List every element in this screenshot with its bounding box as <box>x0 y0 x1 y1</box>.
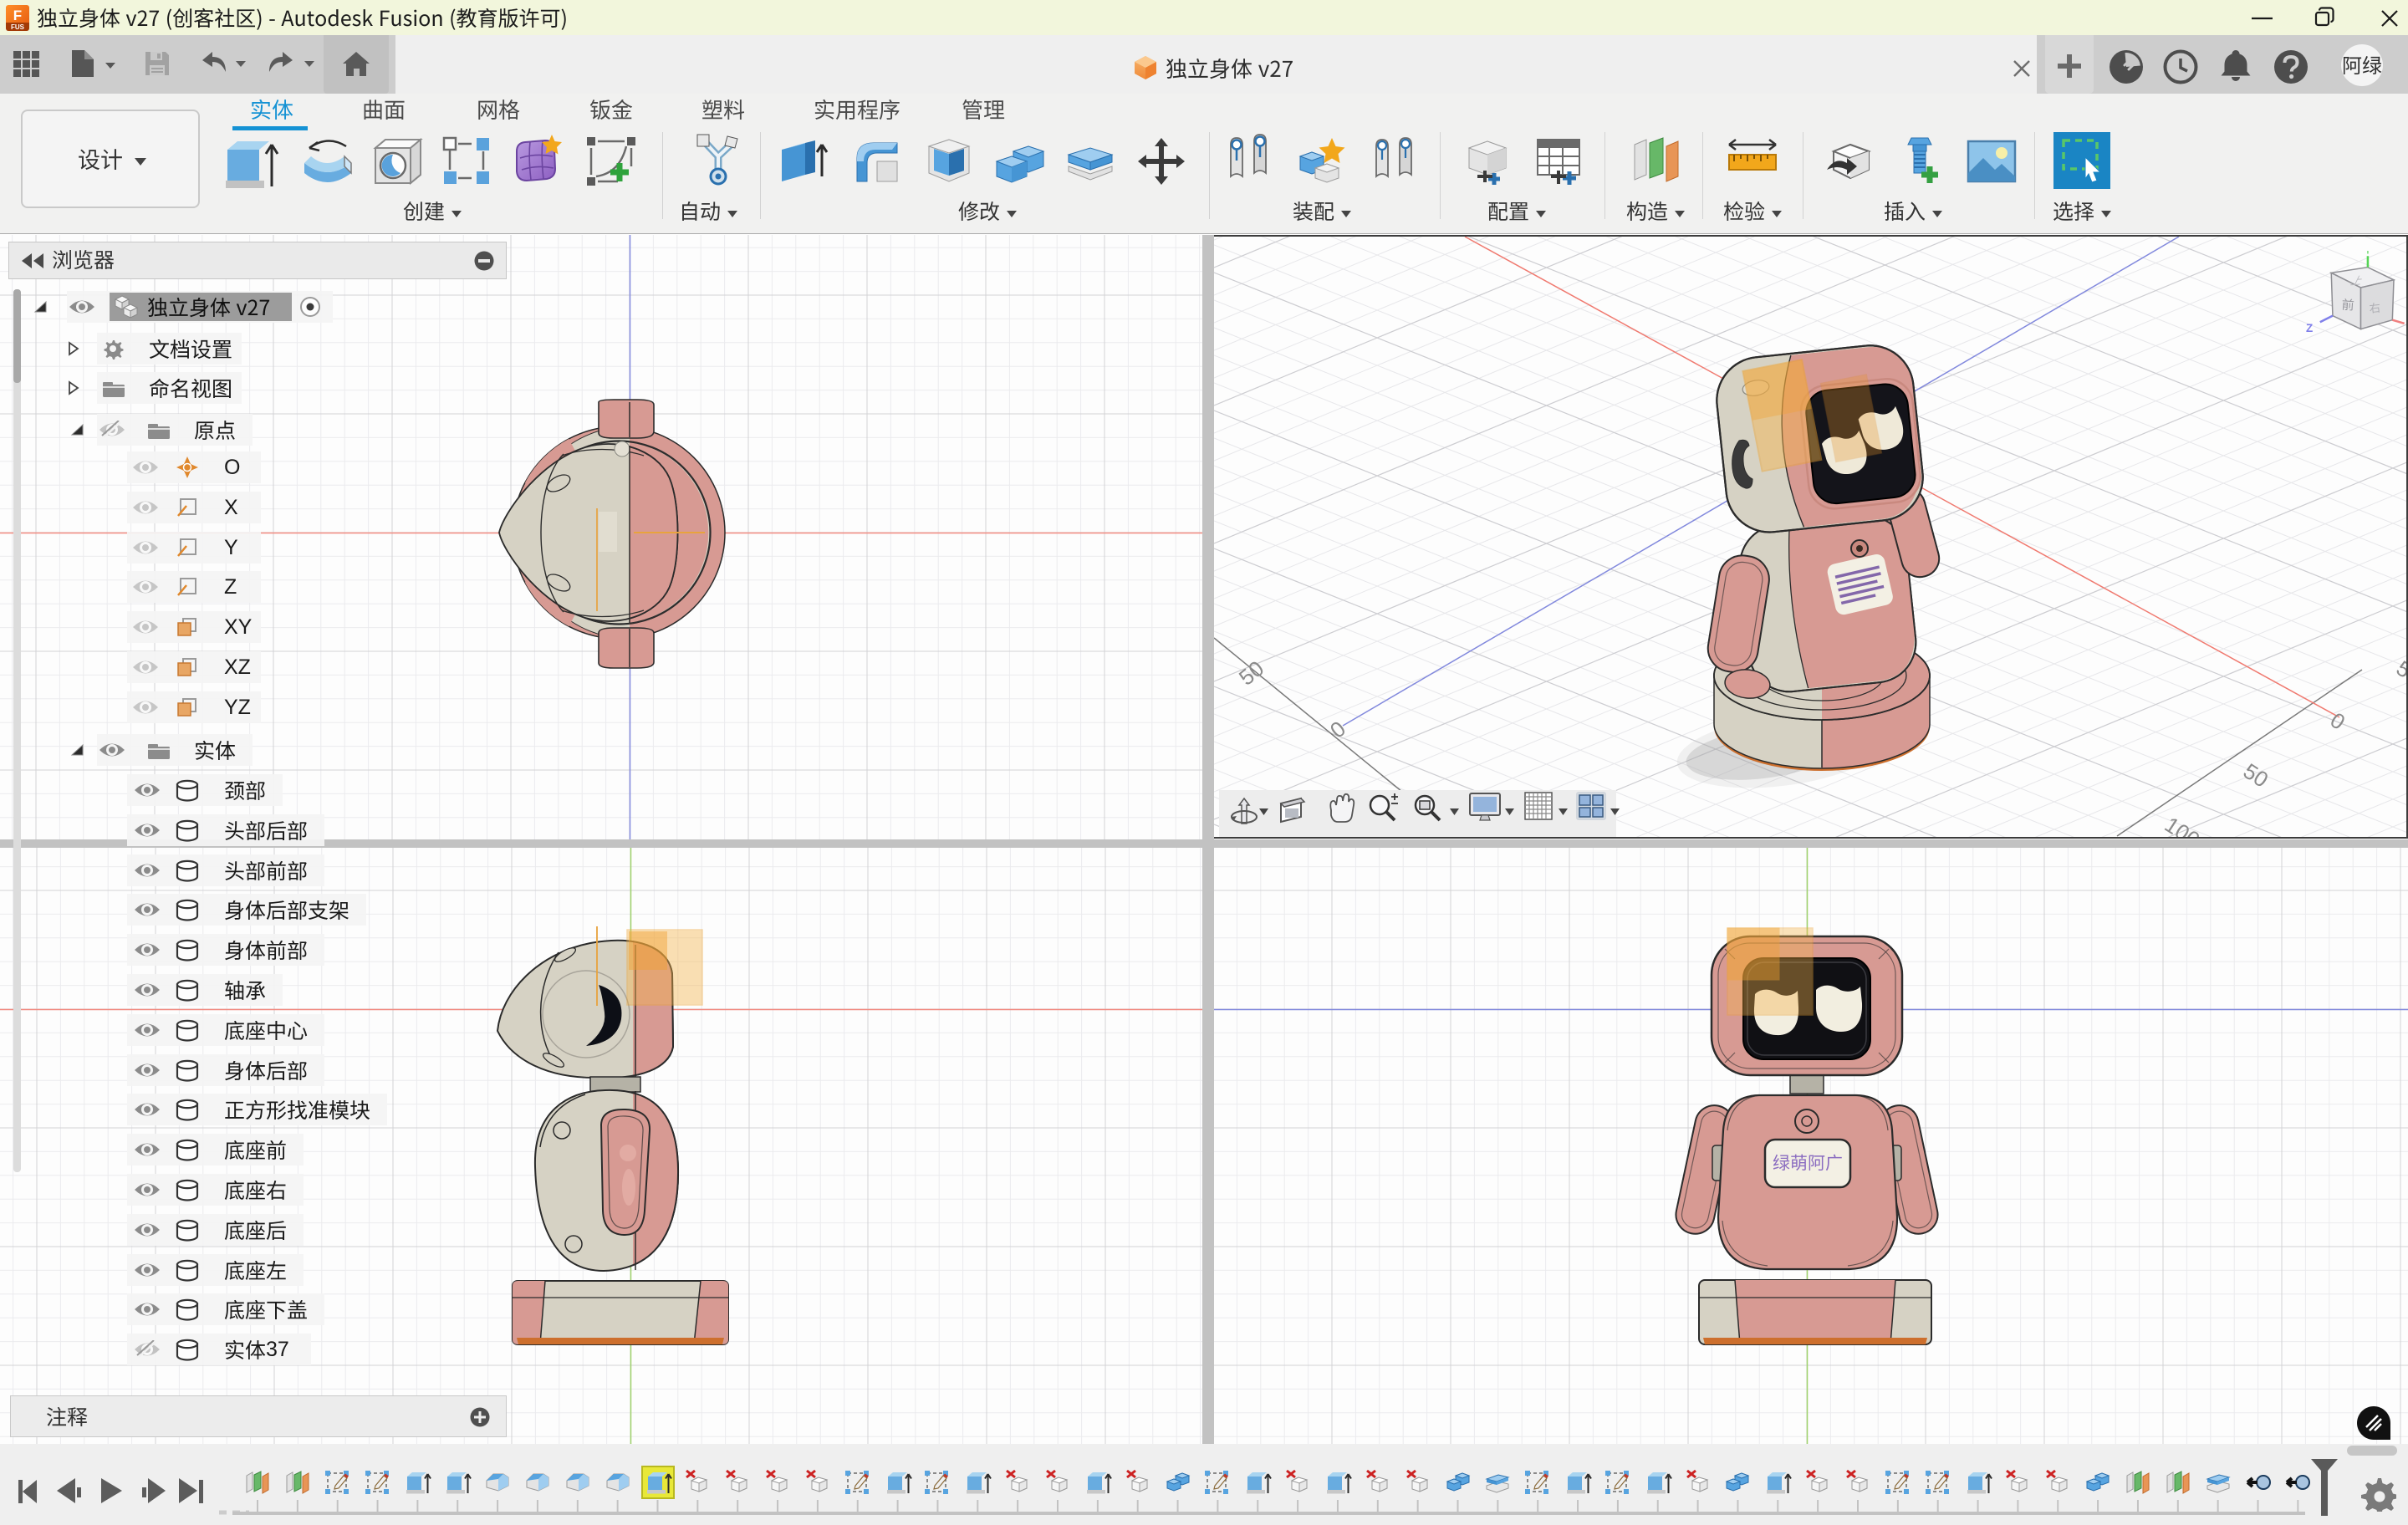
svg-text:FUS: FUS <box>11 23 25 31</box>
svg-text:Z: Z <box>2306 322 2313 334</box>
svg-text:Y: Y <box>2365 251 2372 257</box>
svg-text:F: F <box>13 8 22 23</box>
